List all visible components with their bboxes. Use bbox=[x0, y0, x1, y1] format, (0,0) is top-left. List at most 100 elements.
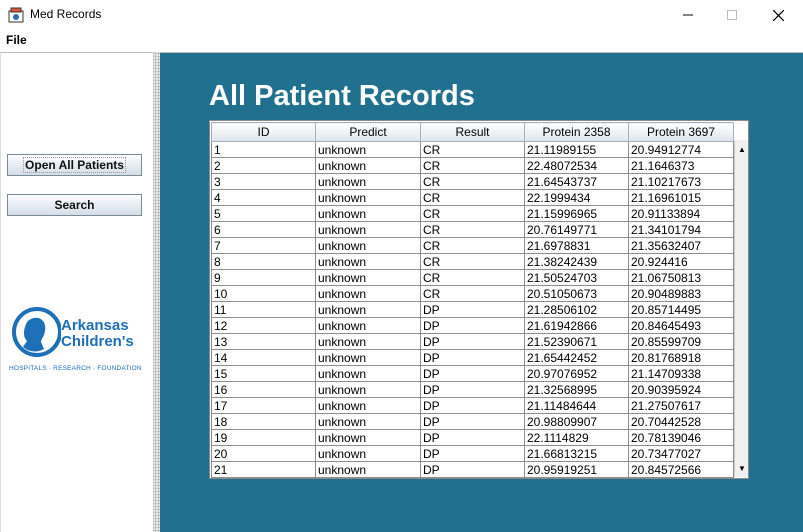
table-cell[interactable]: unknown bbox=[315, 429, 421, 446]
table-cell[interactable]: 2 bbox=[211, 157, 316, 174]
table-cell[interactable]: 21.38242439 bbox=[524, 253, 629, 270]
table-cell[interactable]: unknown bbox=[315, 413, 421, 430]
column-header[interactable]: Predict bbox=[315, 122, 421, 142]
table-cell[interactable]: 21.50524703 bbox=[524, 269, 629, 286]
table-cell[interactable]: 20.95919251 bbox=[524, 461, 629, 478]
table-row[interactable]: 7 unknown CR 21.6978831 21.35632407 bbox=[211, 237, 734, 254]
table-cell[interactable]: DP bbox=[420, 349, 525, 366]
table-cell[interactable]: 21.16961015 bbox=[628, 189, 734, 206]
close-button[interactable] bbox=[755, 0, 801, 30]
table-cell[interactable]: 22.1999434 bbox=[524, 189, 629, 206]
table-cell[interactable]: 18 bbox=[211, 413, 316, 430]
table-cell[interactable]: DP bbox=[420, 461, 525, 478]
table-cell[interactable]: CR bbox=[420, 253, 525, 270]
table-cell[interactable]: DP bbox=[420, 301, 525, 318]
table-cell[interactable]: DP bbox=[420, 317, 525, 334]
scroll-up-arrow-icon[interactable]: ▲ bbox=[736, 142, 748, 156]
table-cell[interactable]: unknown bbox=[315, 237, 421, 254]
table-cell[interactable]: 20.98809907 bbox=[524, 413, 629, 430]
maximize-button[interactable] bbox=[709, 0, 755, 30]
table-cell[interactable]: CR bbox=[420, 141, 525, 158]
table-cell[interactable]: CR bbox=[420, 157, 525, 174]
table-cell[interactable]: 21.6978831 bbox=[524, 237, 629, 254]
column-header[interactable]: Protein 3697 bbox=[628, 122, 734, 142]
table-cell[interactable]: 11 bbox=[211, 301, 316, 318]
table-cell[interactable]: 21.1646373 bbox=[628, 157, 734, 174]
table-row[interactable]: 16 unknown DP 21.32568995 20.90395924 bbox=[211, 381, 734, 398]
table-cell[interactable]: 20.81768918 bbox=[628, 349, 734, 366]
minimize-button[interactable] bbox=[665, 0, 711, 30]
table-cell[interactable]: 12 bbox=[211, 317, 316, 334]
table-row[interactable]: 14 unknown DP 21.65442452 20.81768918 bbox=[211, 349, 734, 366]
table-cell[interactable]: 21 bbox=[211, 461, 316, 478]
table-row[interactable]: 21 unknown DP 20.95919251 20.84572566 bbox=[211, 461, 734, 478]
table-cell[interactable]: 13 bbox=[211, 333, 316, 350]
table-cell[interactable]: 9 bbox=[211, 269, 316, 286]
table-cell[interactable]: 20.76149771 bbox=[524, 221, 629, 238]
table-cell[interactable]: unknown bbox=[315, 397, 421, 414]
table-row[interactable]: 5 unknown CR 21.15996965 20.91133894 bbox=[211, 205, 734, 222]
vertical-scrollbar[interactable]: ▲ ▼ bbox=[734, 140, 748, 477]
table-cell[interactable]: 20.90395924 bbox=[628, 381, 734, 398]
table-row[interactable]: 8 unknown CR 21.38242439 20.924416 bbox=[211, 253, 734, 270]
table-cell[interactable]: 10 bbox=[211, 285, 316, 302]
table-cell[interactable]: unknown bbox=[315, 285, 421, 302]
table-cell[interactable]: 21.28506102 bbox=[524, 301, 629, 318]
table-cell[interactable]: DP bbox=[420, 365, 525, 382]
table-cell[interactable]: 21.11484644 bbox=[524, 397, 629, 414]
table-cell[interactable]: unknown bbox=[315, 461, 421, 478]
table-cell[interactable]: 15 bbox=[211, 365, 316, 382]
table-cell[interactable]: unknown bbox=[315, 173, 421, 190]
table-cell[interactable]: 21.65442452 bbox=[524, 349, 629, 366]
table-cell[interactable]: 21.52390671 bbox=[524, 333, 629, 350]
table-cell[interactable]: CR bbox=[420, 205, 525, 222]
table-row[interactable]: 20 unknown DP 21.66813215 20.73477027 bbox=[211, 445, 734, 462]
search-button[interactable]: Search bbox=[7, 194, 142, 216]
table-cell[interactable]: 21.27507617 bbox=[628, 397, 734, 414]
table-cell[interactable]: unknown bbox=[315, 253, 421, 270]
table-cell[interactable]: DP bbox=[420, 445, 525, 462]
table-cell[interactable]: 20.85599709 bbox=[628, 333, 734, 350]
table-cell[interactable]: 21.14709338 bbox=[628, 365, 734, 382]
table-cell[interactable]: DP bbox=[420, 381, 525, 398]
table-cell[interactable]: 21.11989155 bbox=[524, 141, 629, 158]
table-cell[interactable]: unknown bbox=[315, 205, 421, 222]
table-cell[interactable]: 6 bbox=[211, 221, 316, 238]
table-cell[interactable]: 21.10217673 bbox=[628, 173, 734, 190]
table-row[interactable]: 3 unknown CR 21.64543737 21.10217673 bbox=[211, 173, 734, 190]
table-row[interactable]: 1 unknown CR 21.11989155 20.94912774 bbox=[211, 141, 734, 158]
table-row[interactable]: 4 unknown CR 22.1999434 21.16961015 bbox=[211, 189, 734, 206]
table-row[interactable]: 17 unknown DP 21.11484644 21.27507617 bbox=[211, 397, 734, 414]
table-cell[interactable]: 14 bbox=[211, 349, 316, 366]
table-cell[interactable]: CR bbox=[420, 237, 525, 254]
table-cell[interactable]: 21.61942866 bbox=[524, 317, 629, 334]
table-cell[interactable]: DP bbox=[420, 333, 525, 350]
table-row[interactable]: 6 unknown CR 20.76149771 21.34101794 bbox=[211, 221, 734, 238]
menu-file[interactable]: File bbox=[6, 33, 27, 47]
column-header[interactable]: Protein 2358 bbox=[524, 122, 629, 142]
table-cell[interactable]: 4 bbox=[211, 189, 316, 206]
table-cell[interactable]: CR bbox=[420, 173, 525, 190]
table-cell[interactable]: 7 bbox=[211, 237, 316, 254]
column-header[interactable]: ID bbox=[211, 122, 316, 142]
table-cell[interactable]: 20.97076952 bbox=[524, 365, 629, 382]
table-cell[interactable]: 20.78139046 bbox=[628, 429, 734, 446]
table-cell[interactable]: 22.1114829 bbox=[524, 429, 629, 446]
table-row[interactable]: 12 unknown DP 21.61942866 20.84645493 bbox=[211, 317, 734, 334]
table-cell[interactable]: unknown bbox=[315, 365, 421, 382]
table-cell[interactable]: 20.84572566 bbox=[628, 461, 734, 478]
table-cell[interactable]: unknown bbox=[315, 445, 421, 462]
table-cell[interactable]: unknown bbox=[315, 269, 421, 286]
table-cell[interactable]: 21.06750813 bbox=[628, 269, 734, 286]
table-cell[interactable]: unknown bbox=[315, 349, 421, 366]
table-cell[interactable]: 20 bbox=[211, 445, 316, 462]
table-cell[interactable]: DP bbox=[420, 413, 525, 430]
table-cell[interactable]: unknown bbox=[315, 189, 421, 206]
table-cell[interactable]: 20.85714495 bbox=[628, 301, 734, 318]
table-cell[interactable]: 16 bbox=[211, 381, 316, 398]
table-cell[interactable]: 20.90489883 bbox=[628, 285, 734, 302]
column-header[interactable]: Result bbox=[420, 122, 525, 142]
table-row[interactable]: 9 unknown CR 21.50524703 21.06750813 bbox=[211, 269, 734, 286]
table-cell[interactable]: 21.66813215 bbox=[524, 445, 629, 462]
split-pane-divider[interactable] bbox=[153, 52, 160, 532]
